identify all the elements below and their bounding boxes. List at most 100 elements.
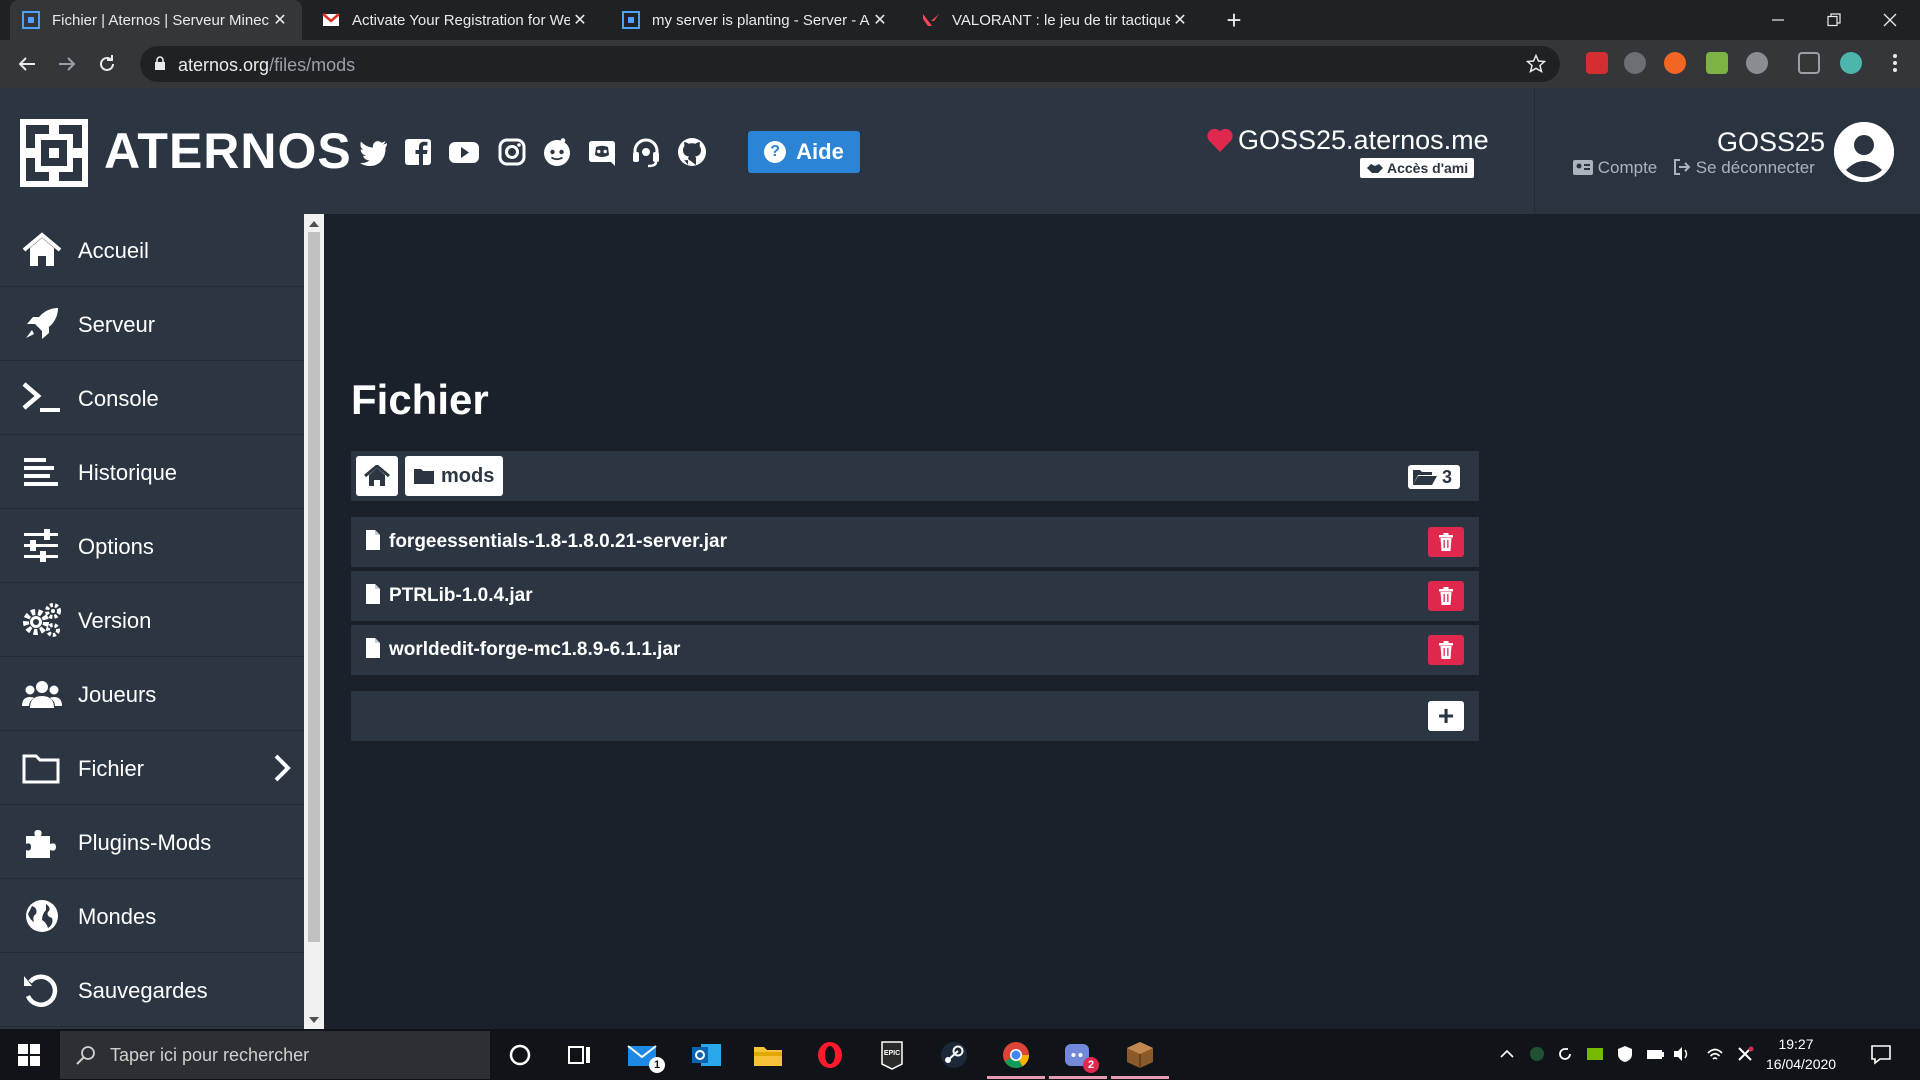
browser-tab[interactable]: VALORANT : le jeu de tir tactique ✕: [910, 0, 1202, 40]
sidebar-item-options[interactable]: Options: [0, 510, 304, 583]
delete-file-button[interactable]: [1428, 527, 1464, 557]
scroll-up-arrow-icon[interactable]: [308, 220, 320, 228]
sidebar-item-label: Joueurs: [78, 682, 157, 707]
windows-start-icon[interactable]: [18, 1044, 40, 1066]
bookmark-star-icon[interactable]: [1526, 54, 1546, 74]
sidebar-item-historique[interactable]: Historique: [0, 436, 304, 509]
sidebar-item-joueurs[interactable]: Joueurs: [0, 658, 304, 731]
help-button[interactable]: ? Aide: [748, 131, 860, 173]
user-avatar-icon[interactable]: [1834, 122, 1894, 182]
delete-file-button[interactable]: [1428, 581, 1464, 611]
breadcrumb-folder-label: mods: [441, 464, 495, 487]
minecraft-icon[interactable]: [1123, 1039, 1157, 1071]
sidebar-item-label: Options: [78, 534, 154, 559]
address-bar[interactable]: aternos.org/files/mods: [140, 46, 1560, 82]
discord-icon[interactable]: [586, 136, 618, 168]
security-shield-icon[interactable]: [1616, 1045, 1634, 1063]
sidebar-item-mondes[interactable]: Mondes: [0, 880, 304, 953]
youtube-icon[interactable]: [448, 136, 480, 168]
price-extension-icon[interactable]: [1706, 52, 1728, 74]
opera-icon[interactable]: [813, 1039, 847, 1071]
tag-extension-icon[interactable]: [1624, 52, 1646, 74]
epic-games-icon[interactable]: EPIC: [875, 1039, 909, 1071]
tab-close-icon[interactable]: ✕: [870, 10, 890, 30]
adblock-plus-icon[interactable]: [1746, 52, 1768, 74]
wifi-icon[interactable]: [1706, 1045, 1724, 1063]
chrome-icon[interactable]: [999, 1039, 1033, 1071]
instagram-icon[interactable]: [496, 136, 528, 168]
outlook-icon[interactable]: [689, 1039, 723, 1071]
sidebar-item-fichier[interactable]: Fichier: [0, 732, 304, 805]
file-explorer-icon[interactable]: [751, 1039, 785, 1071]
browser-tab-active[interactable]: Fichier | Aternos | Serveur Minecr ✕: [10, 0, 302, 40]
discord-active-indicator: [1049, 1076, 1107, 1079]
sidebar-item-sauvegardes[interactable]: Sauvegardes: [0, 954, 304, 1027]
github-icon[interactable]: [676, 136, 708, 168]
nvidia-icon[interactable]: [1586, 1045, 1604, 1063]
tab-title: my server is planting - Server - A: [652, 11, 870, 29]
new-tab-button[interactable]: +: [1220, 6, 1248, 34]
media-control-icon[interactable]: [1798, 52, 1820, 74]
twitter-icon[interactable]: [357, 136, 389, 168]
forward-button[interactable]: [53, 50, 81, 78]
browser-menu-icon[interactable]: [1892, 52, 1898, 74]
folder-count: 3: [1442, 466, 1453, 487]
battery-icon[interactable]: [1646, 1045, 1664, 1063]
friend-access-badge[interactable]: Accès d'ami: [1360, 158, 1475, 178]
honey-extension-icon[interactable]: [1664, 52, 1686, 74]
notifications-icon[interactable]: [1870, 1043, 1892, 1065]
sidebar-item-version[interactable]: Version: [0, 584, 304, 657]
heart-icon[interactable]: [1206, 127, 1234, 153]
aternos-logo-icon[interactable]: [20, 119, 88, 187]
mail-app-button[interactable]: 1: [625, 1039, 665, 1073]
rocket-icon: [26, 308, 58, 339]
cortana-icon[interactable]: [503, 1039, 537, 1071]
logout-link[interactable]: Se déconnecter: [1673, 158, 1815, 178]
tab-close-icon[interactable]: ✕: [1170, 10, 1190, 30]
gmail-favicon-icon: [322, 13, 340, 26]
tab-close-icon[interactable]: ✕: [570, 10, 590, 30]
file-row[interactable]: worldedit-forge-mc1.8.9-6.1.1.jar: [351, 625, 1479, 675]
profile-avatar-icon[interactable]: [1840, 52, 1862, 74]
file-row[interactable]: forgeessentials-1.8-1.8.0.21-server.jar: [351, 517, 1479, 567]
close-window-button[interactable]: [1862, 0, 1918, 40]
sidebar-item-accueil[interactable]: Accueil: [0, 214, 304, 287]
volume-icon[interactable]: [1672, 1045, 1690, 1063]
taskbar-clock[interactable]: 19:27 16/04/2020: [1766, 1034, 1836, 1074]
file-row[interactable]: PTRLib-1.0.4.jar: [351, 571, 1479, 621]
file-icon: [366, 530, 380, 550]
taskbar-search-box[interactable]: Taper ici pour rechercher: [60, 1031, 490, 1079]
back-button[interactable]: [13, 50, 41, 78]
reload-button[interactable]: [93, 50, 121, 78]
sidebar-scrollbar-thumb[interactable]: [308, 232, 320, 942]
facebook-icon[interactable]: [402, 136, 434, 168]
reddit-icon[interactable]: [541, 136, 573, 168]
restore-window-button[interactable]: [1806, 0, 1862, 40]
scroll-down-arrow-icon[interactable]: [308, 1016, 320, 1024]
language-icon[interactable]: [1736, 1045, 1754, 1063]
add-file-button[interactable]: +: [1428, 701, 1464, 731]
support-headset-icon[interactable]: [630, 136, 662, 168]
sidebar-item-plugins-mods[interactable]: Plugins-Mods: [0, 806, 304, 879]
breadcrumb-home-button[interactable]: [356, 456, 398, 496]
minimize-window-button[interactable]: [1750, 0, 1806, 40]
steam-icon[interactable]: [937, 1039, 971, 1071]
brand-name[interactable]: ATERNOS: [104, 122, 352, 180]
tab-close-icon[interactable]: ✕: [270, 10, 290, 30]
tray-chevron-up-icon[interactable]: [1498, 1045, 1516, 1063]
sidebar-item-console[interactable]: Console: [0, 362, 304, 435]
breadcrumb-folder-button[interactable]: mods: [405, 456, 503, 496]
chevron-right-icon: [274, 754, 291, 782]
minimize-icon: [1772, 19, 1784, 21]
folder-count-badge: 3: [1408, 465, 1460, 489]
browser-tab[interactable]: Activate Your Registration for We ✕: [310, 0, 602, 40]
pdf-extension-icon[interactable]: [1586, 52, 1608, 74]
sidebar-item-serveur[interactable]: Serveur: [0, 288, 304, 361]
account-link[interactable]: Compte: [1573, 158, 1657, 178]
browser-tab[interactable]: my server is planting - Server - A ✕: [610, 0, 902, 40]
delete-file-button[interactable]: [1428, 635, 1464, 665]
discord-app-button[interactable]: 2: [1061, 1039, 1099, 1073]
task-view-icon[interactable]: [563, 1039, 597, 1071]
tray-app-icon[interactable]: [1528, 1045, 1546, 1063]
tray-sync-icon[interactable]: [1556, 1045, 1574, 1063]
